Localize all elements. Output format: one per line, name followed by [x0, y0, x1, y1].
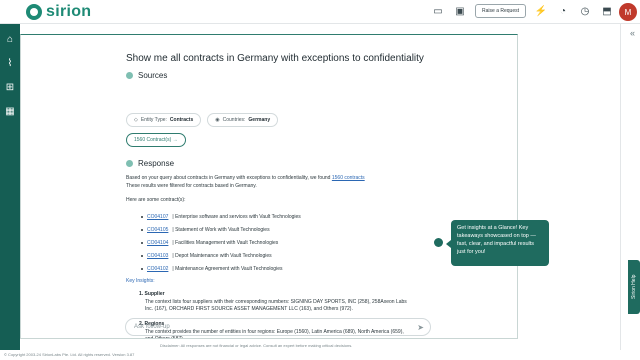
home-icon[interactable]: ⌂ [0, 28, 20, 50]
tag-icon: ◇ [134, 117, 138, 123]
source-chips: ◇ Entity Type: Contracts ◉ Countries: Ge… [126, 113, 279, 127]
chat-icon[interactable]: ▭ [431, 4, 445, 18]
logo-mark-icon [26, 4, 42, 20]
list-item: CO04107 | Enterprise software and servic… [141, 210, 301, 223]
list-item: CO04102 | Maintenance Agreement with Vau… [141, 262, 301, 275]
response-heading[interactable]: Response [126, 159, 174, 168]
contract-link[interactable]: CO04103 [147, 253, 168, 259]
notification-bell-icon[interactable]: ◔ [556, 4, 570, 18]
send-icon[interactable]: ➤ [417, 323, 424, 332]
download-icon[interactable]: ⬒ [600, 4, 614, 18]
analytics-icon[interactable]: ⌇ [0, 52, 20, 74]
some-contracts-label: Here are some contract(s): [126, 197, 186, 203]
query-title: Show me all contracts in Germany with ex… [126, 53, 424, 64]
entity-type-chip: ◇ Entity Type: Contracts [126, 113, 202, 127]
collapse-dot-icon [126, 160, 133, 167]
sirion-logo[interactable]: sirion [26, 3, 91, 21]
history-icon[interactable]: ◷ [578, 4, 592, 18]
hierarchy-icon[interactable]: ⊞ [0, 76, 20, 98]
user-avatar[interactable]: M [619, 3, 637, 21]
left-sidebar: ⌂ ⌇ ⊞ ▦ [0, 24, 20, 350]
building-icon[interactable]: ▦ [0, 100, 20, 122]
list-item: CO04105 | Statement of Work with Vault T… [141, 223, 301, 236]
disclaimer-text: Disclaimer: All responses are not financ… [160, 343, 353, 348]
location-pin-icon: ◉ [215, 117, 220, 123]
contract-link[interactable]: CO04105 [147, 227, 168, 233]
contracts-link[interactable]: 1560 contracts [332, 175, 365, 181]
ai-copilot-icon[interactable]: ▣ [453, 4, 467, 18]
contracts-list: CO04107 | Enterprise software and servic… [141, 210, 301, 275]
top-bar: sirion ▭ ▣ Raise a Request ⚡ ◔ ◷ ⬒ M [0, 0, 640, 24]
response-intro: Based on your query about contracts in G… [126, 175, 365, 189]
contract-link[interactable]: CO04104 [147, 240, 168, 246]
copyright-text: © Copyright 2003-24 SirionLabs Pte. Ltd.… [4, 352, 135, 357]
arrow-right-icon: → [172, 137, 178, 143]
raise-request-button[interactable]: Raise a Request [475, 4, 526, 18]
main-area: Show me all contracts in Germany with ex… [20, 24, 620, 350]
list-item: CO04103 | Depot Maintenance with Vault T… [141, 249, 301, 262]
list-item: CO04104 | Facilities Management with Vau… [141, 236, 301, 249]
collapse-dot-icon [126, 72, 133, 79]
tooltip-anchor-dot[interactable] [434, 238, 443, 247]
contracts-count-button[interactable]: 1560 Contract(s) → [126, 133, 186, 147]
contract-link[interactable]: CO04107 [147, 214, 168, 220]
key-insights-label: Key Insights: [126, 278, 155, 284]
collapse-panel-icon[interactable]: « [630, 28, 635, 38]
insights-tooltip[interactable]: Get insights at a Glance! Key takeaways … [451, 220, 549, 266]
follow-up-input[interactable]: Ask follow-up ➤ [125, 318, 431, 336]
sources-heading[interactable]: Sources [126, 71, 167, 80]
insight-supplier: 1. Supplier The context lists four suppl… [139, 291, 407, 312]
right-bar: « Sirion Help [620, 24, 640, 350]
countries-chip: ◉ Countries: Germany [207, 113, 279, 127]
contract-link[interactable]: CO04102 [147, 266, 168, 272]
chat-panel: Show me all contracts in Germany with ex… [20, 34, 518, 339]
sirion-help-tab[interactable]: Sirion Help [628, 260, 640, 314]
top-icons: ▭ ▣ Raise a Request ⚡ ◔ ◷ ⬒ [431, 4, 614, 18]
lightning-icon[interactable]: ⚡ [534, 4, 548, 18]
